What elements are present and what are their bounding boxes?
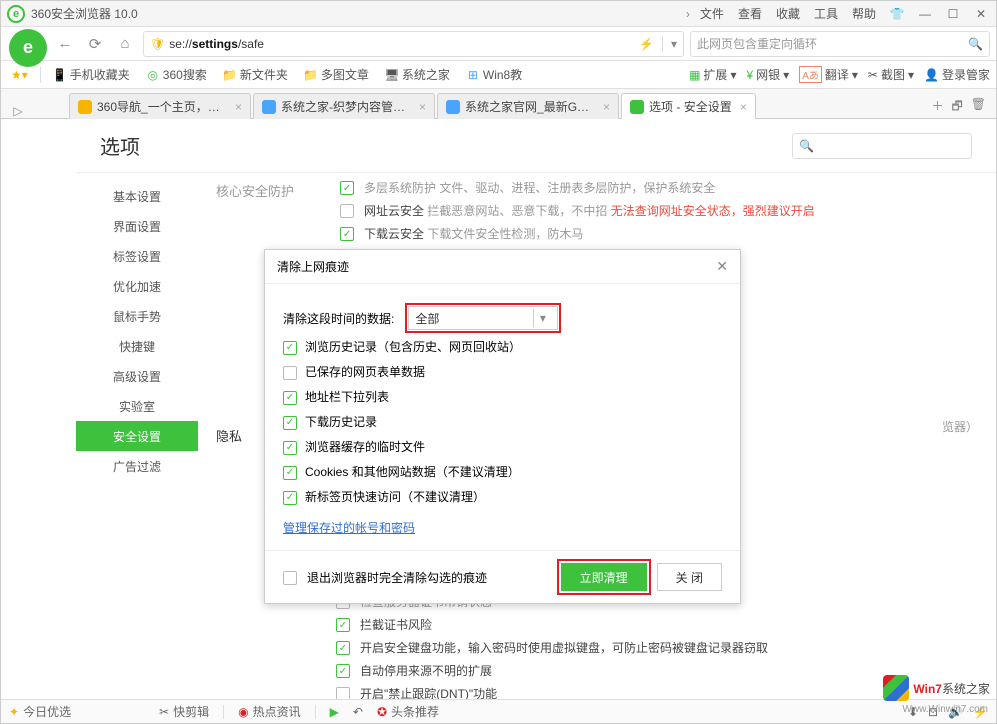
chk-kb[interactable]: ✓	[336, 641, 350, 655]
clear-data-dialog: 清除上网痕迹 ✕ 清除这段时间的数据: 全部▾ ✓浏览历史记录（包含历史、网页回…	[264, 249, 741, 604]
dlg-chk-exit[interactable]: ✓	[283, 571, 297, 585]
rb-bank[interactable]: ¥网银 ▾	[746, 66, 789, 83]
nav-ui[interactable]: 界面设置	[76, 211, 198, 241]
menu-view[interactable]: 查看	[738, 5, 762, 22]
dlg-chk-forms[interactable]: ✓	[283, 366, 297, 380]
search-input[interactable]: 此网页包含重定向循环 🔍	[690, 31, 990, 57]
fav-star-icon[interactable]: ★▾	[7, 66, 32, 84]
url-dropdown-icon[interactable]: ▾	[671, 37, 677, 51]
manage-passwords-link[interactable]: 管理保存过的帐号和密码	[283, 519, 415, 536]
chk-cloud[interactable]: ✓	[340, 204, 354, 218]
search-icon[interactable]: 🔍	[968, 37, 983, 51]
close-tab-icon[interactable]: ×	[603, 100, 610, 114]
nav-key[interactable]: 快捷键	[76, 331, 198, 361]
dlg-chk-download[interactable]: ✓	[283, 416, 297, 430]
nav-mouse[interactable]: 鼠标手势	[76, 301, 198, 331]
menu-help[interactable]: 帮助	[852, 5, 876, 22]
nav-sec[interactable]: 安全设置	[76, 421, 198, 451]
chk-autostop[interactable]: ✓	[336, 664, 350, 678]
sb-hot[interactable]: ◉热点资讯	[238, 703, 301, 720]
tab-4-active[interactable]: 选项 - 安全设置×	[621, 93, 756, 119]
nav-adv[interactable]: 高级设置	[76, 361, 198, 391]
bm-win8[interactable]: ⊞Win8教	[462, 64, 526, 85]
sb-today[interactable]: ✦今日优选	[9, 703, 71, 720]
watermark-url: Www.Winwin7.com	[902, 704, 988, 715]
menu-fav[interactable]: 收藏	[776, 5, 800, 22]
nav-tab[interactable]: 标签设置	[76, 241, 198, 271]
restore-tab-icon[interactable]: 🗗	[951, 97, 962, 118]
address-bar[interactable]: 🛡 se://settings/safe ⚡ ▾	[143, 31, 684, 57]
rb-ext[interactable]: ▦扩展 ▾	[689, 66, 736, 83]
watermark: Win7系统之家	[883, 675, 990, 701]
dialog-close-icon[interactable]: ✕	[716, 258, 728, 275]
nav-ad[interactable]: 广告过滤	[76, 451, 198, 481]
search-icon: 🔍	[799, 139, 814, 153]
dlg-chk-history[interactable]: ✓	[283, 341, 297, 355]
menu-tool[interactable]: 工具	[814, 5, 838, 22]
shield-icon: 🛡	[150, 37, 165, 51]
chk-dl[interactable]: ✓	[340, 227, 354, 241]
close-tab-icon[interactable]: ×	[740, 100, 747, 114]
close-button[interactable]: ✕	[972, 7, 990, 21]
favicon-sys	[446, 100, 460, 114]
app-title: 360安全浏览器 10.0	[31, 5, 138, 22]
dialog-cancel-button[interactable]: 关 闭	[657, 563, 722, 591]
chevron-right-icon: ›	[686, 7, 690, 21]
bolt-icon: ⚡	[639, 37, 654, 51]
close-tab-icon[interactable]: ×	[235, 100, 242, 114]
bm-sysh[interactable]: 🖥系统之家	[381, 64, 454, 85]
minimize-button[interactable]: —	[916, 7, 934, 21]
tab-2[interactable]: 系统之家-织梦内容管理系统×	[253, 93, 435, 119]
clear-now-button[interactable]: 立即清理	[561, 563, 647, 591]
tab-1[interactable]: 360导航_一个主页，整个世×	[69, 93, 251, 119]
home-button[interactable]: ⌂	[113, 32, 137, 56]
bm-360search[interactable]: ◎360搜索	[142, 64, 211, 85]
time-range-label: 清除这段时间的数据:	[283, 310, 394, 327]
dlg-chk-cache[interactable]: ✓	[283, 441, 297, 455]
close-tab-icon[interactable]: ×	[419, 100, 426, 114]
dialog-title: 清除上网痕迹	[277, 258, 349, 275]
sb-clip[interactable]: ✂快剪辑	[159, 703, 209, 720]
watermark-logo	[883, 675, 909, 701]
tab-list-icon[interactable]: ▷	[7, 104, 29, 118]
nav-opt[interactable]: 优化加速	[76, 271, 198, 301]
rb-shot[interactable]: ✂截图 ▾	[868, 66, 914, 83]
back-button[interactable]: ←	[53, 32, 77, 56]
bm-multi[interactable]: 📁多图文章	[300, 64, 373, 85]
search-placeholder: 此网页包含重定向循环	[697, 35, 817, 52]
bm-newfolder[interactable]: 📁新文件夹	[219, 64, 292, 85]
dlg-chk-cookies[interactable]: ✓	[283, 466, 297, 480]
maximize-button[interactable]: ☐	[944, 7, 962, 21]
favicon-sys	[262, 100, 276, 114]
menu-file[interactable]: 文件	[700, 5, 724, 22]
browser-logo: e	[9, 29, 47, 67]
browser-logo-small: e	[7, 5, 25, 23]
nav-basic[interactable]: 基本设置	[76, 181, 198, 211]
sb-toutiao[interactable]: ✪头条推荐	[377, 703, 439, 720]
chk-cert2[interactable]: ✓	[336, 618, 350, 632]
dlg-chk-addr[interactable]: ✓	[283, 391, 297, 405]
tab-3[interactable]: 系统之家官网_最新Ghost X×	[437, 93, 619, 119]
sec-core-title: 核心安全防护	[216, 181, 294, 240]
favicon-360	[78, 100, 92, 114]
settings-sidebar: 基本设置 界面设置 标签设置 优化加速 鼠标手势 快捷键 高级设置 实验室 安全…	[76, 173, 198, 703]
sb-play-icon[interactable]: ▶	[330, 705, 339, 719]
sec-priv-title: 隐私	[216, 426, 242, 445]
sb-back-icon[interactable]: ↶	[353, 705, 363, 719]
new-tab-icon[interactable]: ＋	[931, 97, 943, 118]
chk-multi[interactable]: ✓	[340, 181, 354, 195]
time-range-select[interactable]: 全部▾	[408, 306, 558, 330]
dlg-chk-speeddial[interactable]: ✓	[283, 491, 297, 505]
trash-tab-icon[interactable]: 🗑	[971, 97, 986, 118]
settings-search[interactable]: 🔍	[792, 133, 972, 159]
reload-button[interactable]: ⟳	[83, 32, 107, 56]
skin-icon[interactable]: 👕	[888, 7, 906, 21]
rb-login[interactable]: 👤登录管家	[924, 66, 990, 83]
nav-lab[interactable]: 实验室	[76, 391, 198, 421]
chevron-down-icon: ▾	[533, 309, 551, 327]
rb-trans[interactable]: Aあ翻译 ▾	[799, 66, 858, 83]
page-title: 选项	[100, 131, 140, 160]
bm-phone[interactable]: 📱手机收藏夹	[49, 64, 134, 85]
favicon-settings	[630, 100, 644, 114]
